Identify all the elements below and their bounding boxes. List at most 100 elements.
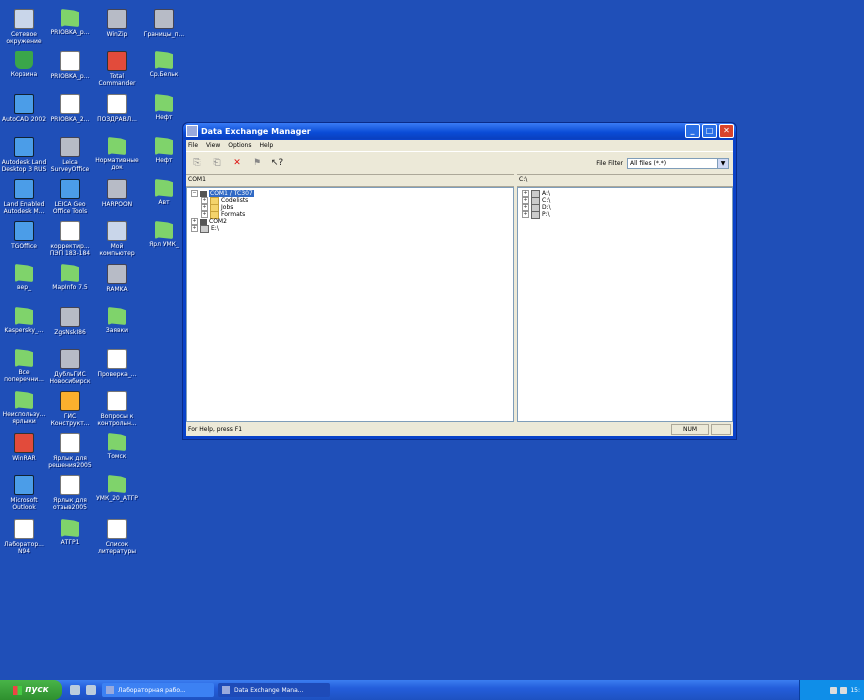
desktop-icon[interactable]: Kaspersky_...	[0, 306, 48, 352]
desktop-icon[interactable]: PRIOBKA_p...	[46, 8, 94, 54]
chevron-down-icon[interactable]: ▼	[717, 158, 728, 168]
desktop-icon[interactable]: АТГР1	[46, 518, 94, 564]
maximize-button[interactable]: □	[702, 124, 717, 138]
tree-node[interactable]: + A:\	[522, 189, 732, 198]
desktop-icon[interactable]: УМК_20_АТГР	[93, 474, 141, 520]
expand-icon[interactable]: +	[522, 204, 529, 211]
tree-node[interactable]: + C:\	[522, 196, 732, 205]
desktop-icon[interactable]: Нормативные док	[93, 136, 141, 182]
tree-node[interactable]: + Formats	[191, 210, 513, 219]
expand-icon[interactable]: +	[191, 218, 198, 225]
desktop-icon[interactable]: Авт	[140, 178, 188, 224]
desktop-icon[interactable]: Ср.Бельк	[140, 50, 188, 96]
desktop-icon[interactable]: корректир... ПЭП 183-184	[46, 220, 94, 266]
desktop-icon[interactable]: Ярлык для отзыв2005	[46, 474, 94, 520]
desktop-icon[interactable]: Мой компьютер	[93, 220, 141, 266]
expand-icon[interactable]: +	[191, 225, 198, 232]
desktop-icon[interactable]: PRIOBKA_2...	[46, 93, 94, 139]
title-bar[interactable]: Data Exchange Manager _ □ ✕	[183, 123, 736, 139]
menu-file[interactable]: File	[188, 142, 198, 149]
help-pointer-icon[interactable]: ↖?	[270, 156, 284, 170]
tree-node[interactable]: − COM1 / TC307	[191, 190, 513, 197]
desktop-icon[interactable]: Microsoft Outlook	[0, 474, 48, 520]
expand-icon[interactable]: +	[201, 211, 208, 218]
desktop-icon-label: LEICA Geo Office Tools	[52, 201, 88, 215]
desktop-icon[interactable]: Autodesk Land Desktop 3 RUS	[0, 136, 48, 182]
desktop-icon[interactable]: Сетевое окружение	[0, 8, 48, 54]
desktop-icon[interactable]: AutoCAD 2002	[0, 93, 48, 139]
desktop-icon[interactable]: ZgsNskI86	[46, 306, 94, 352]
desktop-icon[interactable]: ГИС Конструкт...	[46, 390, 94, 436]
desktop-icon[interactable]: PRIOBKA_p...	[46, 50, 94, 96]
folder-icon	[15, 391, 33, 409]
desktop-icon[interactable]: Ярл УМК_	[140, 220, 188, 266]
expand-icon[interactable]: +	[522, 197, 529, 204]
desktop-icon[interactable]: Проверка_...	[93, 348, 141, 394]
tree-node[interactable]: + COM2	[191, 218, 513, 225]
desktop-icon[interactable]: Вопросы к контрольн...	[93, 390, 141, 436]
desktop-icon[interactable]: MapInfo 7.5	[46, 263, 94, 309]
tree-node[interactable]: + Codelists	[191, 196, 513, 205]
paste-icon[interactable]: ⎗	[210, 156, 224, 170]
desktop-shortcut-icon[interactable]	[70, 685, 80, 695]
desktop-icon[interactable]: Land Enabled Autodesk M...	[0, 178, 48, 224]
taskbar-button-dem[interactable]: Data Exchange Mana...	[218, 683, 330, 697]
desktop-icon-label: Ярл УМК_	[149, 241, 179, 248]
data-exchange-manager-window[interactable]: Data Exchange Manager _ □ ✕ File View Op…	[182, 122, 737, 440]
start-button[interactable]: пуск	[0, 680, 62, 700]
desktop-icon[interactable]: Список литературы	[93, 518, 141, 564]
delete-icon[interactable]: ✕	[230, 156, 244, 170]
collapse-icon[interactable]: −	[191, 190, 198, 197]
desktop-icon[interactable]: Leica SurveyOffice	[46, 136, 94, 182]
desktop-icon[interactable]: Заявки	[93, 306, 141, 352]
new-folder-icon[interactable]: ⚑	[250, 156, 264, 170]
desktop-icon[interactable]: LEICA Geo Office Tools	[46, 178, 94, 224]
expand-icon[interactable]: +	[201, 204, 208, 211]
app-icon	[14, 433, 34, 453]
desktop-icon[interactable]: RAMKA	[93, 263, 141, 309]
tree-node[interactable]: + E:\	[191, 224, 513, 233]
folder-icon	[15, 307, 33, 325]
close-button[interactable]: ✕	[719, 124, 734, 138]
desktop-icon[interactable]: Неиспользу... ярлыки	[0, 390, 48, 436]
menu-options[interactable]: Options	[228, 142, 251, 149]
desktop-icon[interactable]: Корзина	[0, 50, 48, 96]
taskbar-button-word[interactable]: Лабораторная рабо...	[102, 683, 214, 697]
menu-help[interactable]: Help	[259, 142, 273, 149]
desktop-icon[interactable]: Границы_п...	[140, 8, 188, 54]
language-icon[interactable]	[830, 686, 838, 694]
desktop-icon[interactable]: вер_	[0, 263, 48, 309]
tree-node[interactable]: + P:\	[522, 210, 732, 219]
menu-view[interactable]: View	[206, 142, 220, 149]
desktop-icon[interactable]: Лаборатор... N94	[0, 518, 48, 564]
desktop-icon-label: HARPOON	[101, 201, 133, 208]
desktop-icon[interactable]: WinZip	[93, 8, 141, 54]
desktop-icon[interactable]: HARPOON	[93, 178, 141, 224]
desktop-icon[interactable]: Ярлык для решения2005	[46, 432, 94, 478]
tree-node[interactable]: + Jobs	[191, 203, 513, 212]
gray-icon	[154, 9, 174, 29]
right-tree[interactable]: + A:\ + C:\ + D:\ + P:\	[517, 187, 733, 422]
expand-icon[interactable]: +	[522, 211, 529, 218]
expand-icon[interactable]: +	[522, 190, 529, 197]
desktop-icon-label: ДубльГИС Новосибирск	[49, 371, 91, 385]
desktop-icon[interactable]: WinRAR	[0, 432, 48, 478]
window-title: Data Exchange Manager	[201, 126, 311, 136]
left-tree[interactable]: − COM1 / TC307 + Codelists + Jobs + Formats + COM…	[186, 187, 514, 422]
desktop-icon[interactable]: ПОЗДРАВЛ...	[93, 93, 141, 139]
desktop-icon[interactable]: Все поперечни...	[0, 348, 48, 394]
app-icon	[222, 686, 230, 694]
desktop-icon[interactable]: Total Commander	[93, 50, 141, 96]
expand-icon[interactable]: +	[201, 197, 208, 204]
desktop-icon[interactable]: Нефт	[140, 136, 188, 182]
tree-node[interactable]: + D:\	[522, 203, 732, 212]
desktop-icon[interactable]: Нефт	[140, 93, 188, 139]
file-filter-select[interactable]: All files (*.*) ▼	[627, 157, 729, 169]
desktop-icon[interactable]: ДубльГИС Новосибирск	[46, 348, 94, 394]
copy-icon[interactable]: ⎘	[190, 156, 204, 170]
browser-icon[interactable]	[86, 685, 96, 695]
desktop-icon[interactable]: TGOffice	[0, 220, 48, 266]
tray-icon[interactable]	[840, 686, 848, 694]
minimize-button[interactable]: _	[685, 124, 700, 138]
desktop-icon[interactable]: Томск	[93, 432, 141, 478]
